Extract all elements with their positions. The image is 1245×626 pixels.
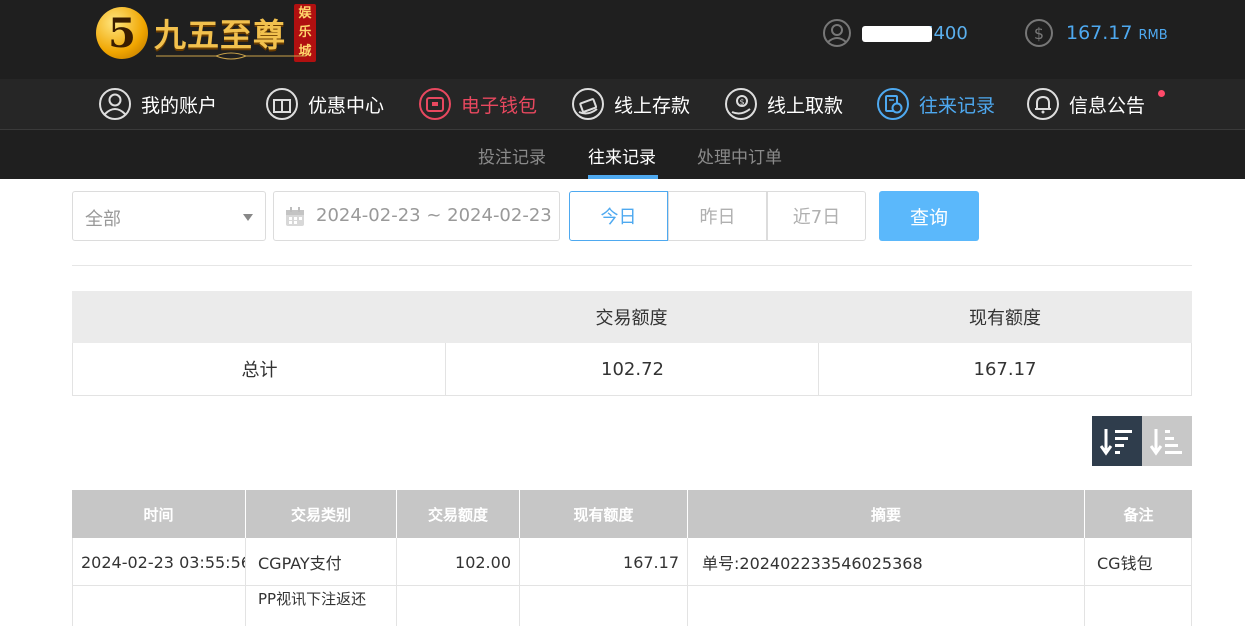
col-time: 时间: [72, 490, 246, 538]
sort-asc-icon: [1150, 429, 1182, 456]
quick-today-button[interactable]: 今日: [569, 191, 668, 241]
sort-desc-icon: [1100, 429, 1132, 456]
logo-flourish-icon: [156, 52, 306, 60]
nav-announcements-label: 信息公告: [1069, 94, 1146, 117]
sort-desc-button[interactable]: [1092, 416, 1142, 466]
nav-my-account[interactable]: 我的账户: [98, 87, 217, 121]
nav-withdraw-label: 线上取款: [767, 94, 844, 117]
summary-header: 交易额度 现有额度: [72, 291, 1192, 343]
summary-total-current: 167.17: [973, 358, 1037, 380]
date-range-input[interactable]: 2024-02-23 ~ 2024-02-23: [273, 191, 560, 241]
username-mask: [862, 26, 932, 42]
summary-total-label: 总计: [241, 360, 278, 381]
active-tab-indicator: [588, 175, 658, 179]
logo-name: 九五至尊: [154, 16, 287, 54]
nav-promotions[interactable]: 优惠中心: [265, 87, 384, 121]
cell-type-peek: PP视讯下注返还: [258, 590, 367, 608]
balance-display: $ 167.17 RMB: [1024, 18, 1168, 48]
dollar-icon: $: [1025, 19, 1053, 47]
svg-text:$: $: [739, 98, 744, 107]
summary-header-transaction: 交易额度: [595, 308, 668, 329]
gift-icon: [266, 88, 298, 120]
main-nav: 我的账户 优惠中心 电子钱包 线上存款 $ 线上取款 往来记录 信息公告: [0, 79, 1245, 130]
summary-header-label: [72, 291, 445, 343]
tab-pending-orders[interactable]: 处理中订单: [697, 143, 782, 168]
cell-time: 2024-02-23 03:55:56: [72, 538, 246, 586]
user-icon: [823, 19, 851, 47]
nav-my-account-label: 我的账户: [141, 94, 218, 117]
summary-header-current: 现有额度: [969, 308, 1041, 329]
nav-promotions-label: 优惠中心: [308, 94, 385, 117]
col-summary: 摘要: [688, 490, 1085, 538]
nav-records[interactable]: 往来记录: [876, 87, 995, 121]
cell-summary: [688, 586, 1085, 626]
col-balance: 现有额度: [520, 490, 688, 538]
nav-withdraw[interactable]: $ 线上取款: [724, 87, 843, 121]
top-bar: 5 九五至尊 娱乐城 7400 $ 167.17 RMB: [0, 0, 1245, 79]
nav-wallet-label: 电子钱包: [461, 94, 538, 117]
col-note: 备注: [1123, 505, 1154, 524]
notification-dot: [1158, 90, 1165, 97]
tab-bet-records[interactable]: 投注记录: [478, 143, 546, 168]
user-account[interactable]: 7400: [822, 18, 970, 48]
balance-value: 167.17: [1066, 22, 1133, 44]
logo-badge: 5: [96, 7, 148, 59]
quick-yesterday-button[interactable]: 昨日: [668, 191, 767, 241]
nav-deposit[interactable]: 线上存款: [571, 87, 690, 121]
date-range-value: 2024-02-23 ~ 2024-02-23: [316, 205, 552, 226]
svg-text:$: $: [1034, 24, 1044, 43]
nav-records-label: 往来记录: [919, 94, 996, 117]
col-amount: 交易额度: [397, 490, 520, 538]
records-table-header: 时间 交易类别 交易额度 现有额度 摘要 备注: [72, 490, 1192, 538]
summary-total-transaction: 102.72: [601, 358, 664, 380]
quick-7days-button[interactable]: 近7日: [767, 191, 866, 241]
nav-deposit-label: 线上存款: [614, 94, 691, 117]
sort-asc-button[interactable]: [1142, 416, 1192, 466]
nav-wallet[interactable]: 电子钱包: [418, 87, 537, 121]
balance-unit: RMB: [1138, 27, 1168, 43]
cell-note: [1085, 586, 1192, 626]
col-type: 交易类别: [246, 490, 397, 538]
summary-row: 总计 102.72 167.17: [72, 343, 1192, 396]
type-select[interactable]: 全部: [72, 191, 266, 241]
cell-time: [72, 586, 246, 626]
cell-note: CG钱包: [1085, 538, 1192, 586]
deposit-icon: [572, 88, 604, 120]
user-circle-icon: [99, 88, 131, 120]
bell-icon: [1027, 88, 1059, 120]
wallet-icon: [419, 88, 451, 120]
cell-balance: 167.17: [520, 538, 688, 586]
cell-amount: [397, 586, 520, 626]
table-row: 2024-02-23 03:55:56 CGPAY支付 102.00 167.1…: [72, 538, 1192, 586]
calendar-icon: [286, 207, 304, 226]
withdraw-icon: $: [725, 88, 757, 120]
records-icon: [877, 88, 909, 120]
divider: [72, 265, 1192, 266]
tab-transactions[interactable]: 往来记录: [588, 143, 656, 168]
cell-type: CGPAY支付: [246, 538, 397, 586]
cell-summary: 单号:202402233546025368: [688, 538, 1085, 586]
type-select-value: 全部: [85, 209, 121, 230]
cell-balance: [520, 586, 688, 626]
cell-amount: 102.00: [397, 538, 520, 586]
nav-announcements[interactable]: 信息公告: [1026, 87, 1145, 121]
table-row: PP视讯下注返还: [72, 586, 1192, 626]
sub-nav: 投注记录 往来记录 处理中订单: [0, 130, 1245, 179]
caret-down-icon: [243, 214, 253, 221]
username: 7400: [862, 23, 970, 44]
query-button[interactable]: 查询: [879, 191, 979, 241]
